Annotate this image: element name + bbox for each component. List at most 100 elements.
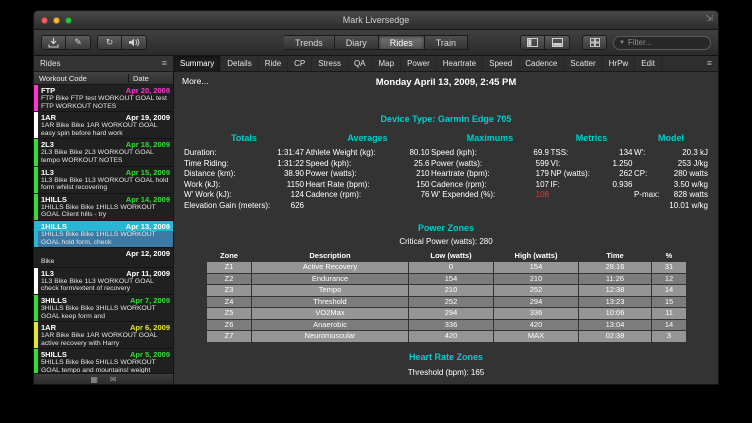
ride-list-item[interactable]: 3HILLS Apr 7, 2009 3HILLS Bike Bike 3HIL…	[34, 295, 173, 322]
ride-code: FTP	[41, 86, 55, 95]
view-tab[interactable]: Rides	[379, 35, 425, 50]
zone-low: 294	[409, 308, 493, 319]
more-link[interactable]: More...	[182, 76, 208, 86]
zone-low: 336	[409, 320, 493, 331]
stat-row: Work (kJ): 1150	[184, 180, 304, 191]
stat-value: 0.936	[612, 180, 632, 191]
zone-low: 0	[409, 262, 493, 273]
stat-value: 20.3 kJ	[682, 148, 708, 159]
sync-icon: ↻	[106, 38, 114, 47]
close-button[interactable]	[41, 17, 48, 24]
ride-list-item[interactable]: 1L3 Apr 11, 2009 1L3 Bike Bike 1L3 WORKO…	[34, 268, 173, 295]
view-tab[interactable]: Diary	[335, 35, 379, 50]
power-zones-heading: Power Zones	[182, 223, 710, 233]
analysis-tab[interactable]: Cadence	[519, 56, 564, 71]
ride-list-item[interactable]: 2L3 Apr 18, 2009 2L3 Bike Bike 2L3 WORKO…	[34, 139, 173, 166]
chart-pane-icon	[552, 38, 563, 47]
stat-value: 150	[416, 180, 429, 191]
stat-value: 599	[536, 159, 549, 170]
zone-description: Anaerobic	[252, 320, 408, 331]
zone-description: Endurance	[252, 274, 408, 285]
sidebar-menu-icon[interactable]: ≡	[162, 59, 167, 68]
lowbar-toggle-button[interactable]	[545, 35, 570, 50]
stat-value: 10.01 w/kg	[669, 201, 708, 212]
toolbar-left-group-2: ↻	[97, 35, 147, 50]
ride-list-item[interactable]: 1HILLS Apr 14, 2009 1HILLS Bike Bike 1HI…	[34, 194, 173, 221]
critical-power-text: Critical Power (watts): 280	[182, 237, 710, 246]
model-heading: Model	[634, 133, 708, 143]
ride-description: 5HILLS Bike Bike 5HILLS WORKOUT GOAL tem…	[41, 359, 170, 373]
filter-funnel-icon[interactable]: ▼	[619, 40, 625, 46]
stat-value: 134	[619, 148, 632, 159]
stat-label: Speed (kph):	[431, 148, 477, 159]
analysis-tab[interactable]: Scatter	[564, 56, 602, 71]
stat-label: CP:	[634, 169, 647, 180]
filter-input[interactable]	[628, 38, 705, 47]
zone-id: Z2	[207, 274, 251, 285]
stat-row: Elevation Gain (meters): 626	[184, 201, 304, 212]
ride-list-item[interactable]: FTP Apr 20, 2009 FTP Bike FTP test WORKO…	[34, 85, 173, 112]
view-tab[interactable]: Trends	[284, 35, 335, 50]
stat-row: Cadence (rpm): 76	[306, 190, 430, 201]
stat-label: Distance (km):	[184, 169, 236, 180]
analysis-tab[interactable]: Power	[401, 56, 437, 71]
column-date[interactable]: Date	[129, 74, 173, 83]
stat-label: Power (watts):	[431, 159, 482, 170]
tiled-view-button[interactable]	[582, 35, 607, 50]
totals-rows: Duration: 1:31:47 Time Riding: 1:31:22 D…	[184, 148, 304, 211]
stat-value: 1:31:47	[277, 148, 304, 159]
sidebar-toggle-button[interactable]	[520, 35, 545, 50]
analysis-tab[interactable]: Details	[221, 56, 258, 71]
zone-high: 294	[494, 297, 578, 308]
stat-label: NP (watts):	[551, 169, 590, 180]
analysis-tab[interactable]: Edit	[635, 56, 662, 71]
tabbar-menu-icon[interactable]: ≡	[707, 59, 712, 68]
ride-code: 2L3	[41, 140, 54, 149]
traffic-lights	[41, 17, 72, 24]
zone-time: 28:16	[579, 262, 651, 273]
manual-entry-button[interactable]: ✎	[66, 35, 91, 50]
download-icon	[48, 38, 59, 48]
ride-list-item[interactable]: 5HILLS Apr 5, 2009 5HILLS Bike Bike 5HIL…	[34, 349, 173, 373]
stat-label: Athlete Weight (kg):	[306, 148, 376, 159]
ride-description: 1AR Bike Bike 1AR WORKOUT GOAL active re…	[41, 332, 170, 347]
sync-button[interactable]: ↻	[97, 35, 122, 50]
analysis-tab[interactable]: Map	[373, 56, 402, 71]
ride-list-item[interactable]: 1AR Apr 6, 2009 1AR Bike Bike 1AR WORKOU…	[34, 322, 173, 349]
stat-label: W' Work (kJ):	[184, 190, 232, 201]
analysis-tab[interactable]: Heartrate	[437, 56, 483, 71]
analysis-tab[interactable]: QA	[348, 56, 373, 71]
ride-list-item[interactable]: 1AR Apr 19, 2009 1AR Bike Bike 1AR WORKO…	[34, 112, 173, 139]
analysis-tab[interactable]: Summary	[174, 56, 221, 71]
view-tab[interactable]: Train	[425, 35, 468, 50]
ride-list-item[interactable]: Apr 12, 2009 Bike	[34, 248, 173, 268]
stat-value: 124	[291, 190, 304, 201]
zone-pct: 15	[652, 297, 686, 308]
grid-view-icon[interactable]: ▦	[90, 376, 98, 384]
zone-id: Z4	[207, 297, 251, 308]
zoom-button[interactable]	[65, 17, 72, 24]
ride-list-item[interactable]: 1L3 Apr 15, 2009 1L3 Bike Bike 1L3 WORKO…	[34, 167, 173, 194]
layout-toggle-group	[520, 35, 570, 50]
power-zones-rows: Z1 Active Recovery 0 154 28:16 31 Z2 End…	[207, 262, 685, 342]
analysis-tab[interactable]: HrPw	[603, 56, 636, 71]
analysis-tab[interactable]: Speed	[483, 56, 519, 71]
audio-button[interactable]	[122, 35, 147, 50]
fullscreen-icon[interactable]: ⇲	[705, 14, 713, 23]
minimize-button[interactable]	[53, 17, 60, 24]
sidebar-title: Rides	[40, 59, 60, 68]
ride-list-item[interactable]: 1HILLS Apr 13, 2009 1HILLS Bike Bike 1HI…	[34, 221, 173, 248]
analysis-tab[interactable]: Ride	[259, 56, 288, 71]
stat-label: Heart Rate (bpm):	[306, 180, 370, 191]
mail-icon[interactable]: ✉	[110, 376, 117, 384]
download-button[interactable]	[41, 35, 66, 50]
column-workout-code[interactable]: Workout Code	[34, 74, 129, 83]
ride-description: 1HILLS Bike Bike 1HILLS WORKOUT GOAL hol…	[41, 231, 170, 246]
zone-time: 13:23	[579, 297, 651, 308]
sidebar-footer: ▦ ✉	[34, 373, 173, 385]
zone-high: 420	[494, 320, 578, 331]
ride-date: Apr 15, 2009	[126, 168, 170, 177]
zone-row: Z3 Tempo 210 252 12:38 14	[207, 285, 685, 296]
analysis-tab[interactable]: Stress	[312, 56, 348, 71]
analysis-tab[interactable]: CP	[288, 56, 312, 71]
